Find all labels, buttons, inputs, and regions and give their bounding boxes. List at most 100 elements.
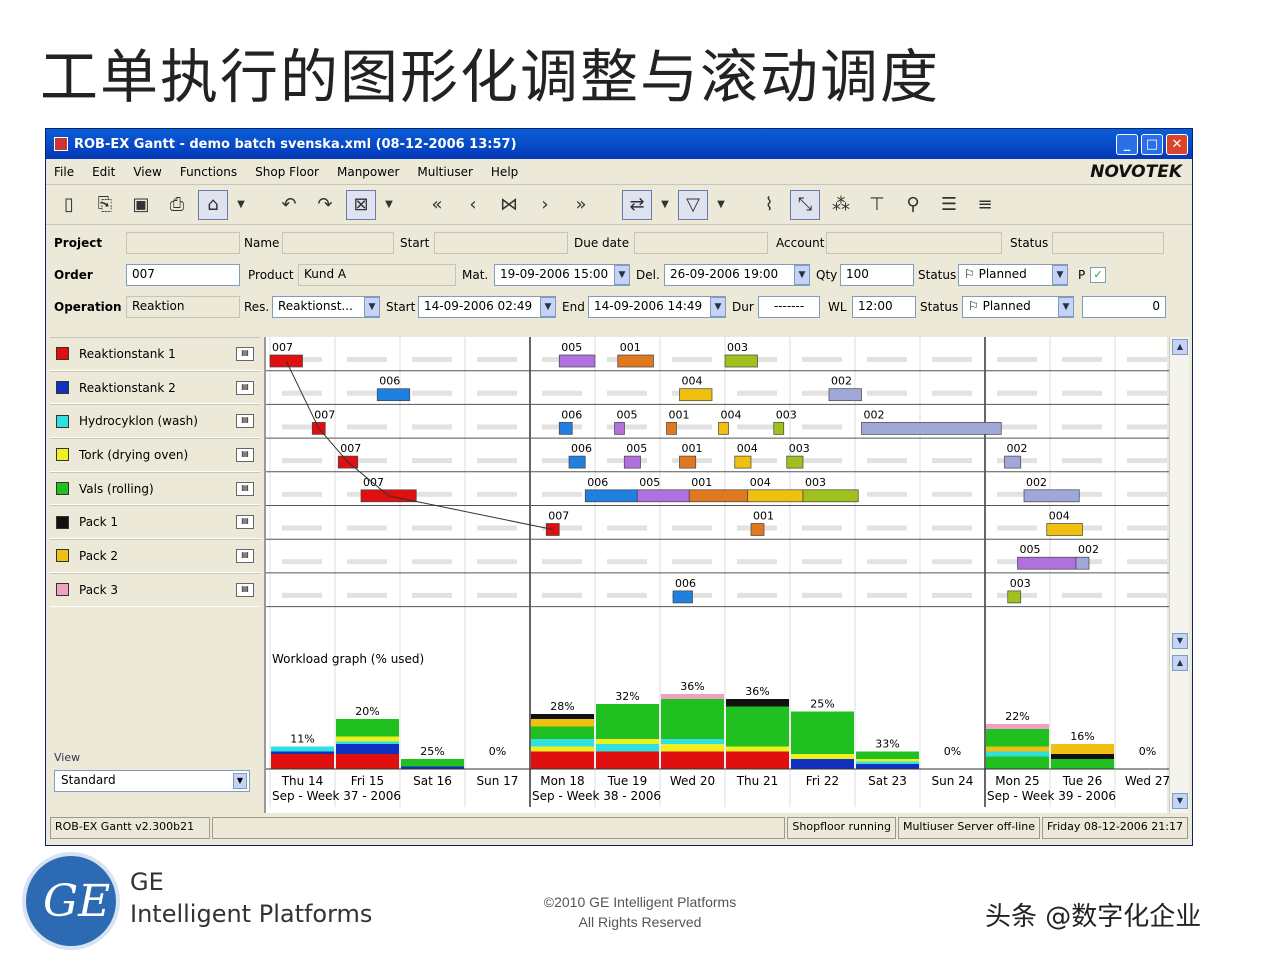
operation-bar[interactable]	[584, 489, 638, 503]
workload-bar[interactable]	[661, 739, 724, 744]
workload-bar[interactable]	[986, 724, 1049, 729]
link-icon[interactable]: ⇄	[622, 189, 652, 220]
workload-bar[interactable]	[271, 751, 334, 755]
menu-shop-floor[interactable]: Shop Floor	[255, 165, 319, 179]
operation-bar[interactable]	[679, 388, 713, 402]
resource-row[interactable]: Hydrocyklon (wash) ▤	[50, 404, 260, 439]
operation-bar[interactable]	[614, 422, 625, 435]
resource-chart-icon[interactable]: ▤	[236, 582, 254, 597]
number-field[interactable]: 0	[1082, 296, 1166, 318]
forward-icon[interactable]: ›	[530, 190, 560, 220]
operation-bar[interactable]	[718, 422, 729, 435]
export-html-icon[interactable]: ⌂	[198, 189, 228, 220]
operation-bar[interactable]	[679, 455, 697, 469]
workload-bar[interactable]	[1051, 744, 1114, 754]
center-icon[interactable]: ⋈	[494, 190, 524, 220]
workload-bar[interactable]	[856, 764, 919, 769]
workload-bar[interactable]	[986, 751, 1049, 757]
tree-icon[interactable]: ⊤	[862, 190, 892, 220]
gantt-view-icon[interactable]: ⊠	[346, 189, 376, 220]
dropdown-icon[interactable]: ▼	[234, 190, 248, 220]
project-field[interactable]	[126, 232, 240, 254]
operation-bar[interactable]	[828, 388, 862, 402]
wl-field[interactable]: 12:00	[852, 296, 916, 318]
operation-bar[interactable]	[666, 422, 677, 435]
gantt-chart[interactable]: 007 005 001 003 006 004 002 007 006 005 001 004 003 0…	[264, 337, 1181, 813]
scroll-up-icon[interactable]: ▲	[1172, 339, 1188, 355]
undo-icon[interactable]: ↶	[274, 190, 304, 220]
workload-bar[interactable]	[271, 746, 334, 752]
maximize-button[interactable]: □	[1141, 133, 1163, 155]
minimize-button[interactable]: _	[1116, 133, 1138, 155]
vertical-scrollbar[interactable]: ▲ ▼ ▲ ▼	[1169, 337, 1189, 813]
dropdown-icon[interactable]: ▼	[658, 190, 672, 220]
workload-bar[interactable]	[986, 746, 1049, 752]
workload-bar[interactable]	[856, 751, 919, 760]
operation-bar[interactable]	[1017, 556, 1077, 570]
workload-bar[interactable]	[986, 729, 1049, 747]
resource-chart-icon[interactable]: ▤	[236, 481, 254, 496]
operation-bar[interactable]	[747, 489, 804, 503]
qty-field[interactable]: 100	[840, 264, 914, 286]
resource-row[interactable]: Pack 3 ▤	[50, 572, 260, 607]
close-button[interactable]: ✕	[1166, 133, 1188, 155]
zoom-icon[interactable]: ⚲	[898, 190, 928, 220]
product-field[interactable]: Kund A	[298, 264, 456, 286]
operation-bar[interactable]	[623, 455, 641, 469]
operation-bar[interactable]	[1004, 455, 1022, 469]
order-field[interactable]: 007	[126, 264, 240, 286]
view-select[interactable]: Standard ▼	[54, 770, 250, 792]
operation-bar[interactable]	[1007, 590, 1022, 604]
resource-row[interactable]: Vals (rolling) ▤	[50, 471, 260, 506]
resource-row[interactable]: Reaktionstank 2 ▤	[50, 370, 260, 405]
operation-bar[interactable]	[861, 422, 1002, 435]
operation-bar[interactable]	[773, 422, 785, 435]
resource-chart-icon[interactable]: ▤	[236, 515, 254, 530]
menu-edit[interactable]: Edit	[92, 165, 115, 179]
print-icon[interactable]: ⎙	[162, 190, 192, 220]
menu-help[interactable]: Help	[491, 165, 518, 179]
connector-icon[interactable]: ⤡	[790, 189, 820, 220]
operation-bar[interactable]	[558, 422, 573, 435]
resource-row[interactable]: Tork (drying oven) ▤	[50, 438, 260, 472]
workload-bar[interactable]	[791, 759, 854, 769]
menu-file[interactable]: File	[54, 165, 74, 179]
workload-bar[interactable]	[336, 736, 399, 742]
account-field[interactable]	[826, 232, 1002, 254]
dropdown-icon[interactable]: ▼	[382, 190, 396, 220]
new-icon[interactable]: ▯	[54, 190, 84, 220]
workload-bar[interactable]	[531, 726, 594, 740]
start-field[interactable]	[434, 232, 568, 254]
resource-chart-icon[interactable]: ▤	[236, 380, 254, 395]
mat-date-dropdown[interactable]: ▼	[614, 265, 630, 285]
operation-bar[interactable]	[724, 354, 758, 368]
workload-bar[interactable]	[726, 699, 789, 707]
workload-bar[interactable]	[661, 744, 724, 752]
workload-bar[interactable]	[336, 754, 399, 769]
operation-field[interactable]: Reaktion	[126, 296, 240, 318]
operation-bar[interactable]	[1046, 523, 1083, 536]
back-icon[interactable]: ‹	[458, 190, 488, 220]
operation-bar[interactable]	[558, 354, 596, 368]
workload-bar[interactable]	[336, 719, 399, 737]
chart-icon[interactable]: ⌇	[754, 190, 784, 220]
resource-chart-icon[interactable]: ▤	[236, 346, 254, 361]
network-icon[interactable]: ⁂	[826, 190, 856, 220]
filter-icon[interactable]: ▽	[678, 189, 708, 220]
resource-row[interactable]: Pack 2 ▤	[50, 539, 260, 573]
operation-bar[interactable]	[617, 354, 654, 368]
open-icon[interactable]: ⎘	[90, 190, 120, 220]
menu-multiuser[interactable]: Multiuser	[417, 165, 473, 179]
resource-chart-icon[interactable]: ▤	[236, 447, 254, 462]
redo-icon[interactable]: ↷	[310, 190, 340, 220]
workload-bar[interactable]	[661, 751, 724, 770]
workload-bar[interactable]	[726, 746, 789, 752]
workload-bar[interactable]	[531, 746, 594, 752]
workload-bar[interactable]	[336, 744, 399, 754]
workload-bar[interactable]	[596, 751, 659, 770]
operation-bar[interactable]	[1075, 556, 1090, 570]
workload-bar[interactable]	[596, 744, 659, 752]
op-status-dropdown[interactable]: ▼	[1058, 297, 1074, 317]
del-date-field[interactable]: 26-09-2006 19:00	[664, 264, 810, 286]
fast-back-icon[interactable]: «	[422, 190, 452, 220]
